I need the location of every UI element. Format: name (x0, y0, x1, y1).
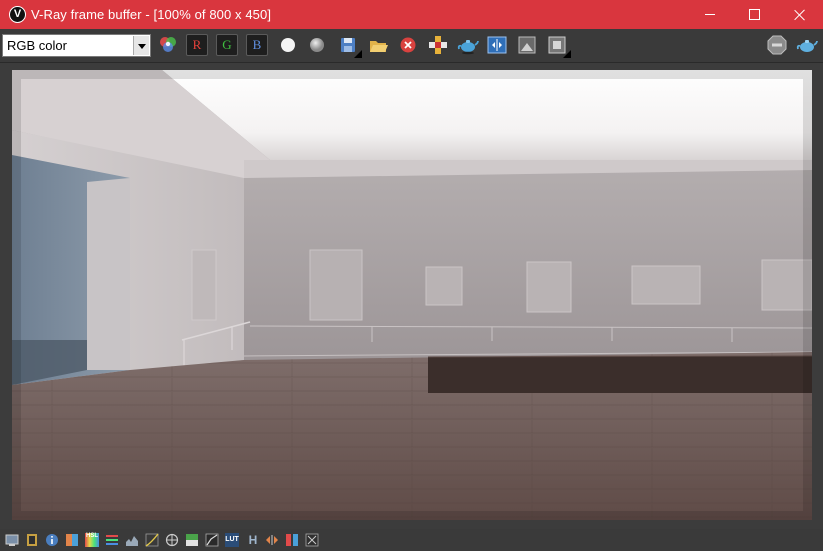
interactive-render-button[interactable] (796, 34, 818, 56)
hide-button[interactable]: H (246, 533, 260, 547)
load-image-button[interactable] (367, 34, 389, 56)
settings-icon (548, 36, 566, 54)
open-folder-icon (370, 41, 388, 52)
region-render-icon (429, 36, 447, 54)
minimize-icon (705, 14, 715, 15)
h-label: H (248, 533, 258, 547)
render-element-value: RGB color (7, 38, 67, 53)
track-mouse-button[interactable] (427, 34, 449, 56)
color-channels-icon (160, 37, 176, 52)
window-title: V-Ray frame buffer - [100% of 800 x 450] (31, 7, 272, 22)
teapot-render-icon (457, 40, 479, 55)
stop-icon (767, 35, 787, 55)
close-button[interactable] (777, 0, 823, 29)
gray-circle-icon (310, 38, 324, 52)
frame-buffer-settings-button[interactable] (546, 34, 571, 58)
red-channel-label: R (186, 34, 208, 56)
bench (428, 356, 812, 393)
chevron-down-icon[interactable] (133, 36, 149, 55)
render-element-select[interactable]: RGB color (2, 34, 151, 57)
art-frame (309, 249, 363, 321)
flip-vertical-icon[interactable] (285, 533, 299, 547)
clear-icon (400, 37, 416, 53)
histogram-icon[interactable] (125, 533, 139, 547)
info-icon[interactable] (45, 533, 59, 547)
view-white-button[interactable] (277, 34, 299, 56)
hsl-label: HSL (86, 533, 98, 539)
ab-compare-button[interactable] (486, 34, 508, 56)
close-icon (794, 9, 806, 21)
history-icon (518, 36, 536, 54)
art-frame (631, 265, 701, 305)
background-icon[interactable] (205, 533, 219, 547)
lut-label: LUT (225, 536, 239, 543)
render-button[interactable] (457, 34, 479, 56)
blue-channel-label: B (246, 34, 268, 56)
exposure-icon[interactable] (165, 533, 179, 547)
minimize-button[interactable] (687, 0, 733, 29)
green-channel-button[interactable]: G (216, 34, 238, 56)
white-balance-icon[interactable] (185, 533, 199, 547)
maximize-icon (748, 9, 760, 20)
color-picker-icon[interactable] (305, 533, 319, 547)
view-alpha-button[interactable] (306, 34, 328, 56)
history-button[interactable] (516, 34, 538, 56)
render-image (12, 70, 812, 520)
lut-button[interactable]: LUT (225, 533, 239, 547)
color-channels-button[interactable] (157, 34, 179, 56)
art-frame (526, 261, 572, 313)
flip-horizontal-icon[interactable] (265, 533, 279, 547)
white-circle-icon (281, 38, 295, 52)
screen-icon[interactable] (5, 533, 19, 547)
curve-icon[interactable] (145, 533, 159, 547)
save-icon (341, 38, 355, 52)
teapot-icon (796, 40, 818, 52)
compare-icon (487, 36, 507, 54)
bottom-toolbar: HSL LUT H (0, 529, 823, 551)
vray-logo-icon[interactable]: V (9, 6, 26, 23)
art-frame (425, 266, 463, 306)
color-correction-icon[interactable] (65, 533, 79, 547)
blue-channel-button[interactable]: B (246, 34, 268, 56)
save-image-button[interactable] (337, 34, 362, 58)
title-bar: V V-Ray frame buffer - [100% of 800 x 45… (0, 0, 823, 29)
hsl-button[interactable]: HSL (85, 533, 99, 547)
art-frame (191, 249, 217, 321)
green-channel-label: G (216, 34, 238, 56)
clear-image-button[interactable] (397, 34, 419, 56)
stop-render-button[interactable] (766, 34, 788, 56)
maximize-button[interactable] (731, 0, 777, 29)
render-viewport[interactable] (12, 70, 812, 520)
main-toolbar: RGB color R G B (0, 29, 823, 63)
film-icon[interactable] (25, 533, 39, 547)
red-channel-button[interactable]: R (186, 34, 208, 56)
levels-icon[interactable] (105, 533, 119, 547)
